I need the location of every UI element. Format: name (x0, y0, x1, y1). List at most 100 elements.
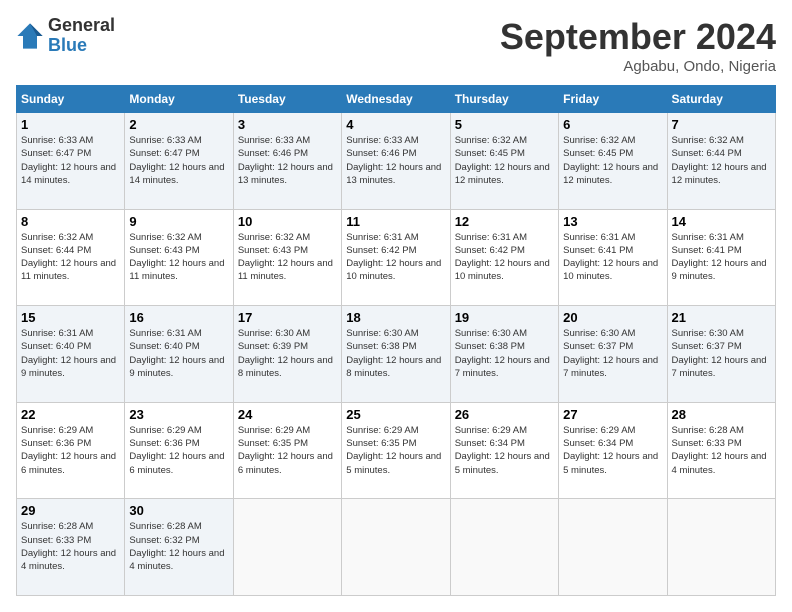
calendar-cell: 15 Sunrise: 6:31 AMSunset: 6:40 PMDayligh… (17, 306, 125, 403)
day-number: 2 (129, 117, 228, 132)
calendar-cell: 9 Sunrise: 6:32 AMSunset: 6:43 PMDaylight… (125, 209, 233, 306)
day-info: Sunrise: 6:33 AMSunset: 6:46 PMDaylight:… (238, 134, 337, 187)
calendar-cell: 21 Sunrise: 6:30 AMSunset: 6:37 PMDayligh… (667, 306, 775, 403)
day-header-thursday: Thursday (450, 86, 558, 113)
day-info: Sunrise: 6:28 AMSunset: 6:33 PMDaylight:… (672, 424, 771, 477)
day-info: Sunrise: 6:29 AMSunset: 6:35 PMDaylight:… (238, 424, 337, 477)
logo: General Blue (16, 16, 115, 56)
day-info: Sunrise: 6:32 AMSunset: 6:43 PMDaylight:… (129, 231, 228, 284)
calendar-header-row: SundayMondayTuesdayWednesdayThursdayFrid… (17, 86, 776, 113)
day-number: 27 (563, 407, 662, 422)
logo-text: General Blue (48, 16, 115, 56)
calendar-cell: 23 Sunrise: 6:29 AMSunset: 6:36 PMDayligh… (125, 402, 233, 499)
calendar-cell: 29Sunrise: 6:28 AMSunset: 6:33 PMDayligh… (17, 499, 125, 596)
day-number: 20 (563, 310, 662, 325)
day-number: 10 (238, 214, 337, 229)
calendar-cell: 25 Sunrise: 6:29 AMSunset: 6:35 PMDayligh… (342, 402, 450, 499)
calendar-cell: 4 Sunrise: 6:33 AMSunset: 6:46 PMDaylight… (342, 113, 450, 210)
calendar-table: SundayMondayTuesdayWednesdayThursdayFrid… (16, 85, 776, 596)
calendar-cell: 12Sunrise: 6:31 AMSunset: 6:42 PMDayligh… (450, 209, 558, 306)
day-number: 3 (238, 117, 337, 132)
calendar-cell: 5Sunrise: 6:32 AMSunset: 6:45 PMDaylight… (450, 113, 558, 210)
day-info: Sunrise: 6:30 AMSunset: 6:37 PMDaylight:… (563, 327, 662, 380)
day-info: Sunrise: 6:32 AMSunset: 6:43 PMDaylight:… (238, 231, 337, 284)
calendar-cell (342, 499, 450, 596)
day-number: 24 (238, 407, 337, 422)
day-info: Sunrise: 6:29 AMSunset: 6:35 PMDaylight:… (346, 424, 445, 477)
day-number: 21 (672, 310, 771, 325)
day-header-saturday: Saturday (667, 86, 775, 113)
day-info: Sunrise: 6:30 AMSunset: 6:39 PMDaylight:… (238, 327, 337, 380)
calendar-cell: 1 Sunrise: 6:33 AMSunset: 6:47 PMDaylight… (17, 113, 125, 210)
day-info: Sunrise: 6:29 AMSunset: 6:36 PMDaylight:… (129, 424, 228, 477)
calendar-week-row: 22 Sunrise: 6:29 AMSunset: 6:36 PMDayligh… (17, 402, 776, 499)
day-info: Sunrise: 6:32 AMSunset: 6:44 PMDaylight:… (672, 134, 771, 187)
day-info: Sunrise: 6:30 AMSunset: 6:38 PMDaylight:… (455, 327, 554, 380)
day-info: Sunrise: 6:30 AMSunset: 6:37 PMDaylight:… (672, 327, 771, 380)
day-info: Sunrise: 6:31 AMSunset: 6:42 PMDaylight:… (346, 231, 445, 284)
day-number: 17 (238, 310, 337, 325)
calendar-cell: 30 Sunrise: 6:28 AMSunset: 6:32 PMDayligh… (125, 499, 233, 596)
day-info: Sunrise: 6:31 AMSunset: 6:41 PMDaylight:… (563, 231, 662, 284)
day-info: Sunrise: 6:29 AMSunset: 6:34 PMDaylight:… (563, 424, 662, 477)
calendar-week-row: 29Sunrise: 6:28 AMSunset: 6:33 PMDayligh… (17, 499, 776, 596)
day-number: 18 (346, 310, 445, 325)
logo-blue: Blue (48, 36, 115, 56)
day-number: 1 (21, 117, 120, 132)
calendar-cell (667, 499, 775, 596)
day-info: Sunrise: 6:32 AMSunset: 6:45 PMDaylight:… (455, 134, 554, 187)
day-number: 14 (672, 214, 771, 229)
day-info: Sunrise: 6:31 AMSunset: 6:41 PMDaylight:… (672, 231, 771, 284)
day-number: 22 (21, 407, 120, 422)
month-title: September 2024 (500, 16, 776, 58)
calendar-cell (559, 499, 667, 596)
day-number: 28 (672, 407, 771, 422)
calendar-cell: 20 Sunrise: 6:30 AMSunset: 6:37 PMDayligh… (559, 306, 667, 403)
day-info: Sunrise: 6:33 AMSunset: 6:46 PMDaylight:… (346, 134, 445, 187)
day-info: Sunrise: 6:31 AMSunset: 6:40 PMDaylight:… (21, 327, 120, 380)
day-info: Sunrise: 6:31 AMSunset: 6:40 PMDaylight:… (129, 327, 228, 380)
calendar-cell: 24 Sunrise: 6:29 AMSunset: 6:35 PMDayligh… (233, 402, 341, 499)
day-number: 25 (346, 407, 445, 422)
day-info: Sunrise: 6:28 AMSunset: 6:32 PMDaylight:… (129, 520, 228, 573)
calendar-cell: 17 Sunrise: 6:30 AMSunset: 6:39 PMDayligh… (233, 306, 341, 403)
calendar-cell: 8 Sunrise: 6:32 AMSunset: 6:44 PMDaylight… (17, 209, 125, 306)
day-header-wednesday: Wednesday (342, 86, 450, 113)
calendar-cell: 14 Sunrise: 6:31 AMSunset: 6:41 PMDayligh… (667, 209, 775, 306)
day-number: 23 (129, 407, 228, 422)
day-number: 30 (129, 503, 228, 518)
day-header-friday: Friday (559, 86, 667, 113)
logo-general: General (48, 16, 115, 36)
day-info: Sunrise: 6:32 AMSunset: 6:44 PMDaylight:… (21, 231, 120, 284)
calendar-cell: 10 Sunrise: 6:32 AMSunset: 6:43 PMDayligh… (233, 209, 341, 306)
logo-icon (16, 22, 44, 50)
day-number: 6 (563, 117, 662, 132)
day-number: 26 (455, 407, 554, 422)
location-subtitle: Agbabu, Ondo, Nigeria (500, 58, 776, 75)
calendar-cell: 16 Sunrise: 6:31 AMSunset: 6:40 PMDayligh… (125, 306, 233, 403)
day-number: 16 (129, 310, 228, 325)
day-number: 9 (129, 214, 228, 229)
calendar-cell: 18Sunrise: 6:30 AMSunset: 6:38 PMDayligh… (342, 306, 450, 403)
day-header-sunday: Sunday (17, 86, 125, 113)
day-number: 12 (455, 214, 554, 229)
day-info: Sunrise: 6:32 AMSunset: 6:45 PMDaylight:… (563, 134, 662, 187)
calendar-cell: 26Sunrise: 6:29 AMSunset: 6:34 PMDayligh… (450, 402, 558, 499)
day-number: 4 (346, 117, 445, 132)
day-number: 8 (21, 214, 120, 229)
calendar-cell: 13 Sunrise: 6:31 AMSunset: 6:41 PMDayligh… (559, 209, 667, 306)
day-number: 19 (455, 310, 554, 325)
calendar-cell (450, 499, 558, 596)
page: General Blue September 2024 Agbabu, Ondo… (0, 0, 792, 612)
calendar-week-row: 1 Sunrise: 6:33 AMSunset: 6:47 PMDaylight… (17, 113, 776, 210)
day-info: Sunrise: 6:28 AMSunset: 6:33 PMDaylight:… (21, 520, 120, 573)
calendar-cell: 2Sunrise: 6:33 AMSunset: 6:47 PMDaylight… (125, 113, 233, 210)
calendar-cell (233, 499, 341, 596)
calendar-cell: 28 Sunrise: 6:28 AMSunset: 6:33 PMDayligh… (667, 402, 775, 499)
day-number: 7 (672, 117, 771, 132)
calendar-cell: 6 Sunrise: 6:32 AMSunset: 6:45 PMDaylight… (559, 113, 667, 210)
calendar-cell: 3 Sunrise: 6:33 AMSunset: 6:46 PMDaylight… (233, 113, 341, 210)
day-info: Sunrise: 6:33 AMSunset: 6:47 PMDaylight:… (21, 134, 120, 187)
day-number: 15 (21, 310, 120, 325)
day-number: 13 (563, 214, 662, 229)
